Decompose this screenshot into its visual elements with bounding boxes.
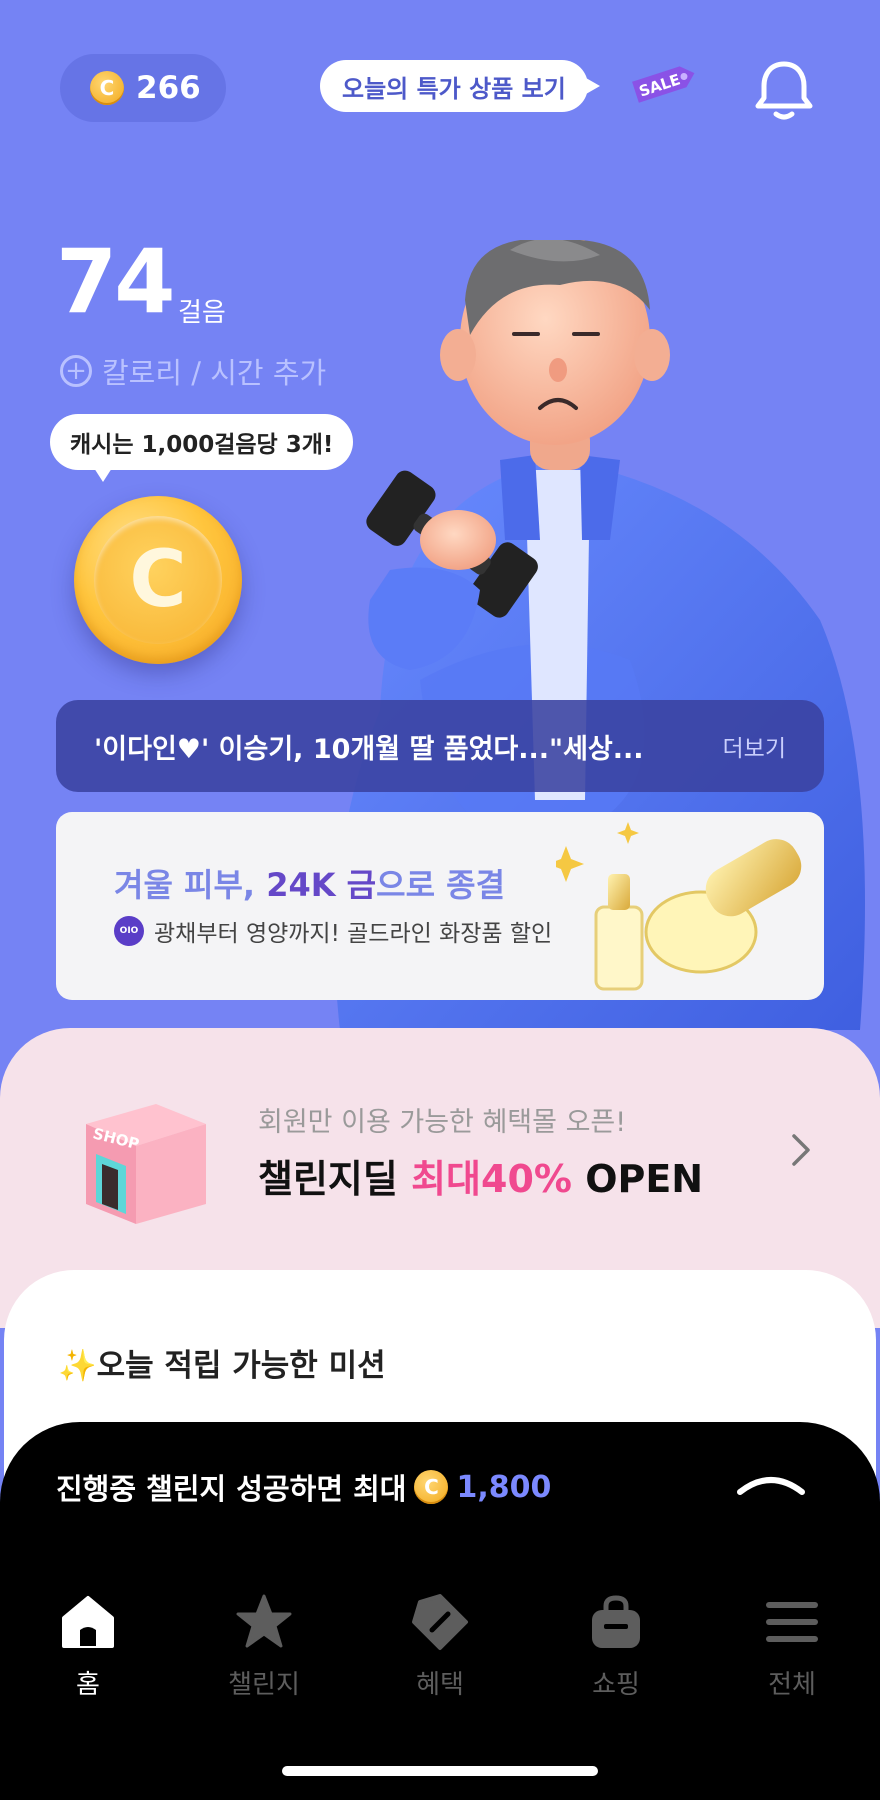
menu-icon <box>766 1602 818 1642</box>
bottom-tab-bar: 홈 챌린지 혜택 쇼핑 전체 <box>0 1590 880 1710</box>
tab-shopping[interactable]: 쇼핑 <box>528 1590 704 1710</box>
news-ticker[interactable]: '이다인♥' 이승기, 10개월 딸 품었다..."세상... 더보기 <box>56 700 824 792</box>
cosmetics-ad-banner[interactable]: 겨울 피부, 24K 금으로 종결 OIO 광채부터 영양까지! 골드라인 화장… <box>56 812 824 1000</box>
plus-icon: + <box>60 355 92 387</box>
star-icon <box>236 1594 292 1648</box>
tab-label: 전체 <box>768 1670 816 1700</box>
daily-deal-button[interactable]: 오늘의 특가 상품 보기 <box>320 60 600 112</box>
tab-home[interactable]: 홈 <box>0 1590 176 1710</box>
add-calorie-time-button[interactable]: + 칼로리 / 시간 추가 <box>60 350 326 392</box>
promo-title: 챌린지딜 최대40% OPEN <box>258 1157 704 1201</box>
home-icon <box>62 1596 114 1648</box>
bell-icon[interactable] <box>752 58 816 124</box>
coin-letter: C <box>94 516 222 644</box>
tab-label: 챌린지 <box>228 1670 300 1700</box>
ad-title: 겨울 피부, 24K 금으로 종결 <box>114 866 506 904</box>
coin-icon: C <box>414 1470 449 1504</box>
tab-label: 홈 <box>76 1670 100 1700</box>
tab-all[interactable]: 전체 <box>704 1590 880 1710</box>
chevron-up-icon[interactable] <box>734 1470 808 1498</box>
coin-icon: C <box>90 71 124 105</box>
bag-icon <box>592 1595 640 1648</box>
ad-subtitle: OIO 광채부터 영양까지! 골드라인 화장품 할인 <box>114 914 552 948</box>
cash-tip-bubble: 캐시는 1,000걸음당 3개! <box>50 414 354 482</box>
tab-challenge[interactable]: 챌린지 <box>176 1590 352 1710</box>
chevron-right-icon[interactable] <box>790 1130 814 1170</box>
missions-title: ✨오늘 적립 가능한 미션 <box>58 1348 386 1384</box>
tab-label: 혜택 <box>416 1670 464 1700</box>
brand-badge-icon: OIO <box>114 916 144 946</box>
tab-benefits[interactable]: 혜택 <box>352 1590 528 1710</box>
cash-balance: 266 <box>136 70 201 106</box>
challenge-reward-amount: 1,800 <box>456 1469 552 1505</box>
news-more-link[interactable]: 더보기 <box>723 729 786 763</box>
cosmetics-product-image <box>556 822 802 991</box>
tab-label: 쇼핑 <box>592 1670 640 1700</box>
challenge-reward-banner[interactable]: 진행중 챌린지 성공하면 최대 C 1,800 <box>56 1466 551 1508</box>
challenge-reward-text: 진행중 챌린지 성공하면 최대 <box>56 1472 407 1506</box>
tag-icon <box>412 1594 468 1650</box>
shop-building-icon: SHOP <box>86 1104 206 1224</box>
step-count: 74 <box>56 230 175 333</box>
add-calorie-time-label: 칼로리 / 시간 추가 <box>102 356 327 390</box>
news-headline[interactable]: '이다인♥' 이승기, 10개월 딸 품었다..."세상... <box>94 727 697 766</box>
collect-coin-button[interactable]: C <box>74 496 242 664</box>
sale-tag-icon[interactable]: SALE <box>628 60 700 106</box>
promo-subtitle: 회원만 이용 가능한 혜택몰 오픈! <box>258 1107 627 1138</box>
cash-balance-pill[interactable]: C 266 <box>60 54 226 122</box>
step-unit: 걸음 <box>178 298 226 328</box>
home-indicator[interactable] <box>282 1766 598 1776</box>
